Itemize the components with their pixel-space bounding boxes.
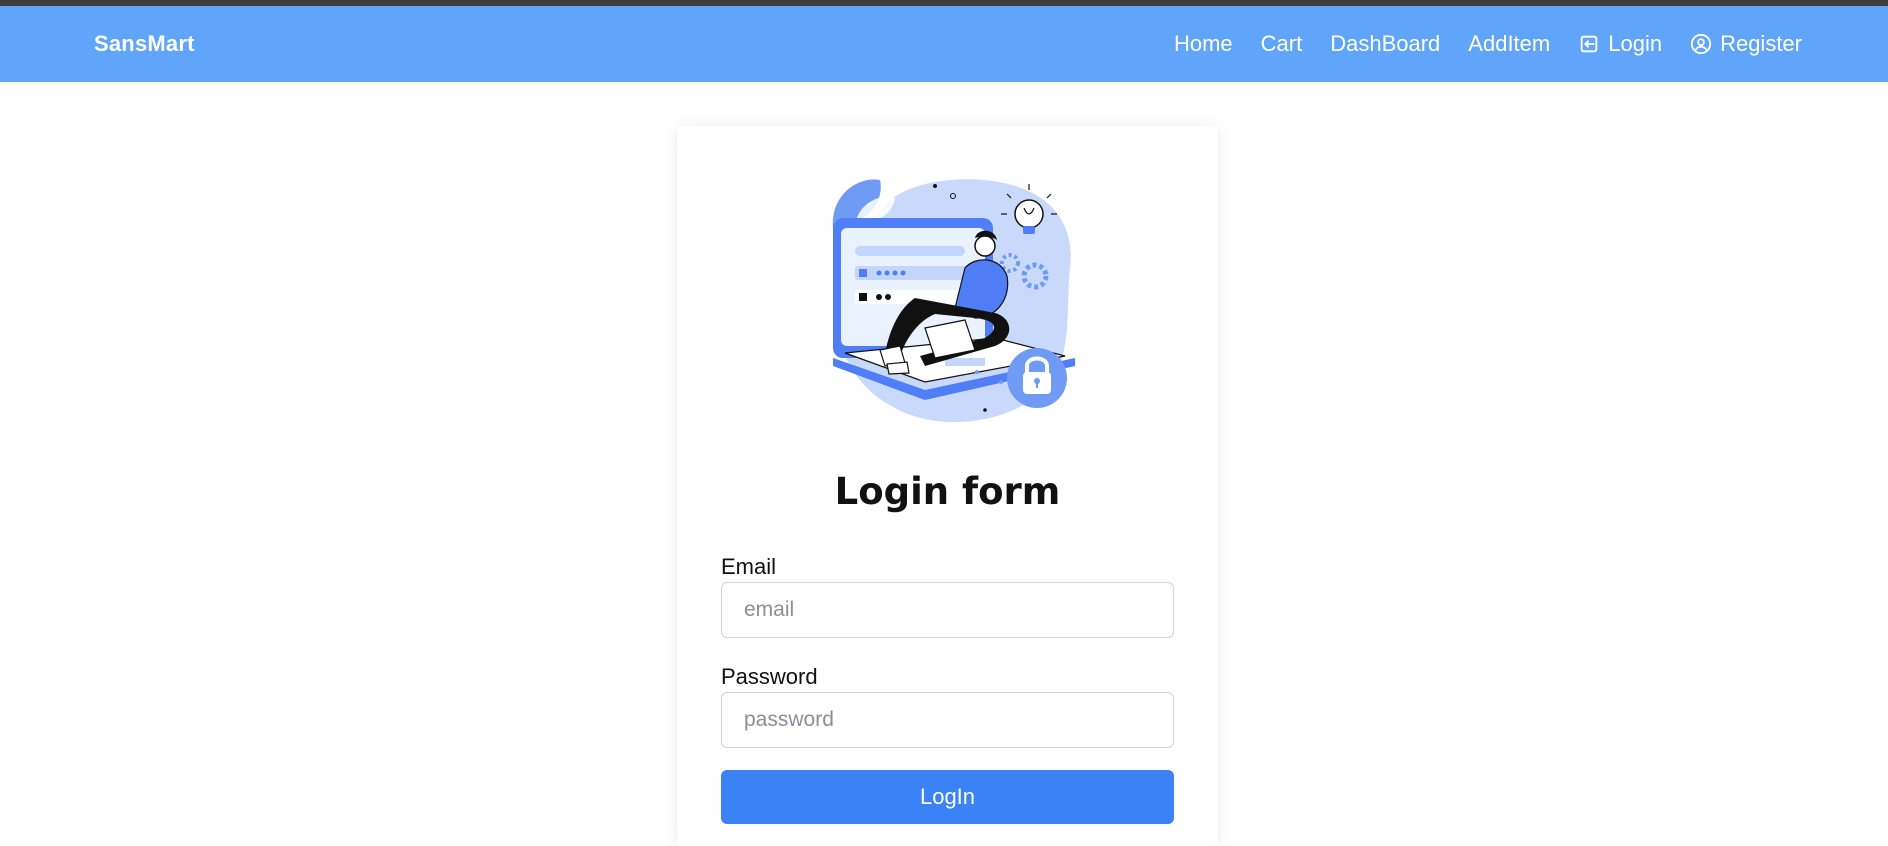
login-icon	[1578, 33, 1600, 55]
nav-link-label: DashBoard	[1330, 31, 1441, 56]
nav-link-label: Register	[1720, 31, 1802, 56]
nav-link-label: Cart	[1260, 31, 1303, 56]
user-circle-icon	[1690, 33, 1712, 55]
navbar: SansMart Home Cart DashBoard AddItem Log…	[0, 6, 1888, 82]
nav-link-register[interactable]: Register	[1690, 31, 1802, 57]
login-illustration	[825, 168, 1077, 424]
nav-link-login[interactable]: Login	[1578, 31, 1662, 57]
nav-link-dashboard[interactable]: DashBoard	[1330, 31, 1440, 57]
form-title: Login form	[834, 470, 1061, 513]
login-button[interactable]: LogIn	[721, 770, 1174, 824]
password-label: Password	[721, 664, 818, 689]
password-field[interactable]	[721, 692, 1174, 748]
nav-link-additem[interactable]: AddItem	[1468, 31, 1550, 57]
nav-link-cart[interactable]: Cart	[1261, 31, 1303, 57]
nav-link-label: Login	[1608, 31, 1663, 56]
nav-link-label: Home	[1173, 31, 1233, 56]
nav-link-label: AddItem	[1468, 31, 1551, 56]
login-card: Login form Email Password LogIn	[677, 126, 1218, 846]
email-label: Email	[721, 554, 777, 579]
nav-links: Home Cart DashBoard AddItem Login Regist…	[1174, 31, 1802, 57]
brand-logo[interactable]: SansMart	[94, 31, 195, 57]
email-field[interactable]	[721, 582, 1174, 638]
nav-link-home[interactable]: Home	[1174, 31, 1233, 57]
